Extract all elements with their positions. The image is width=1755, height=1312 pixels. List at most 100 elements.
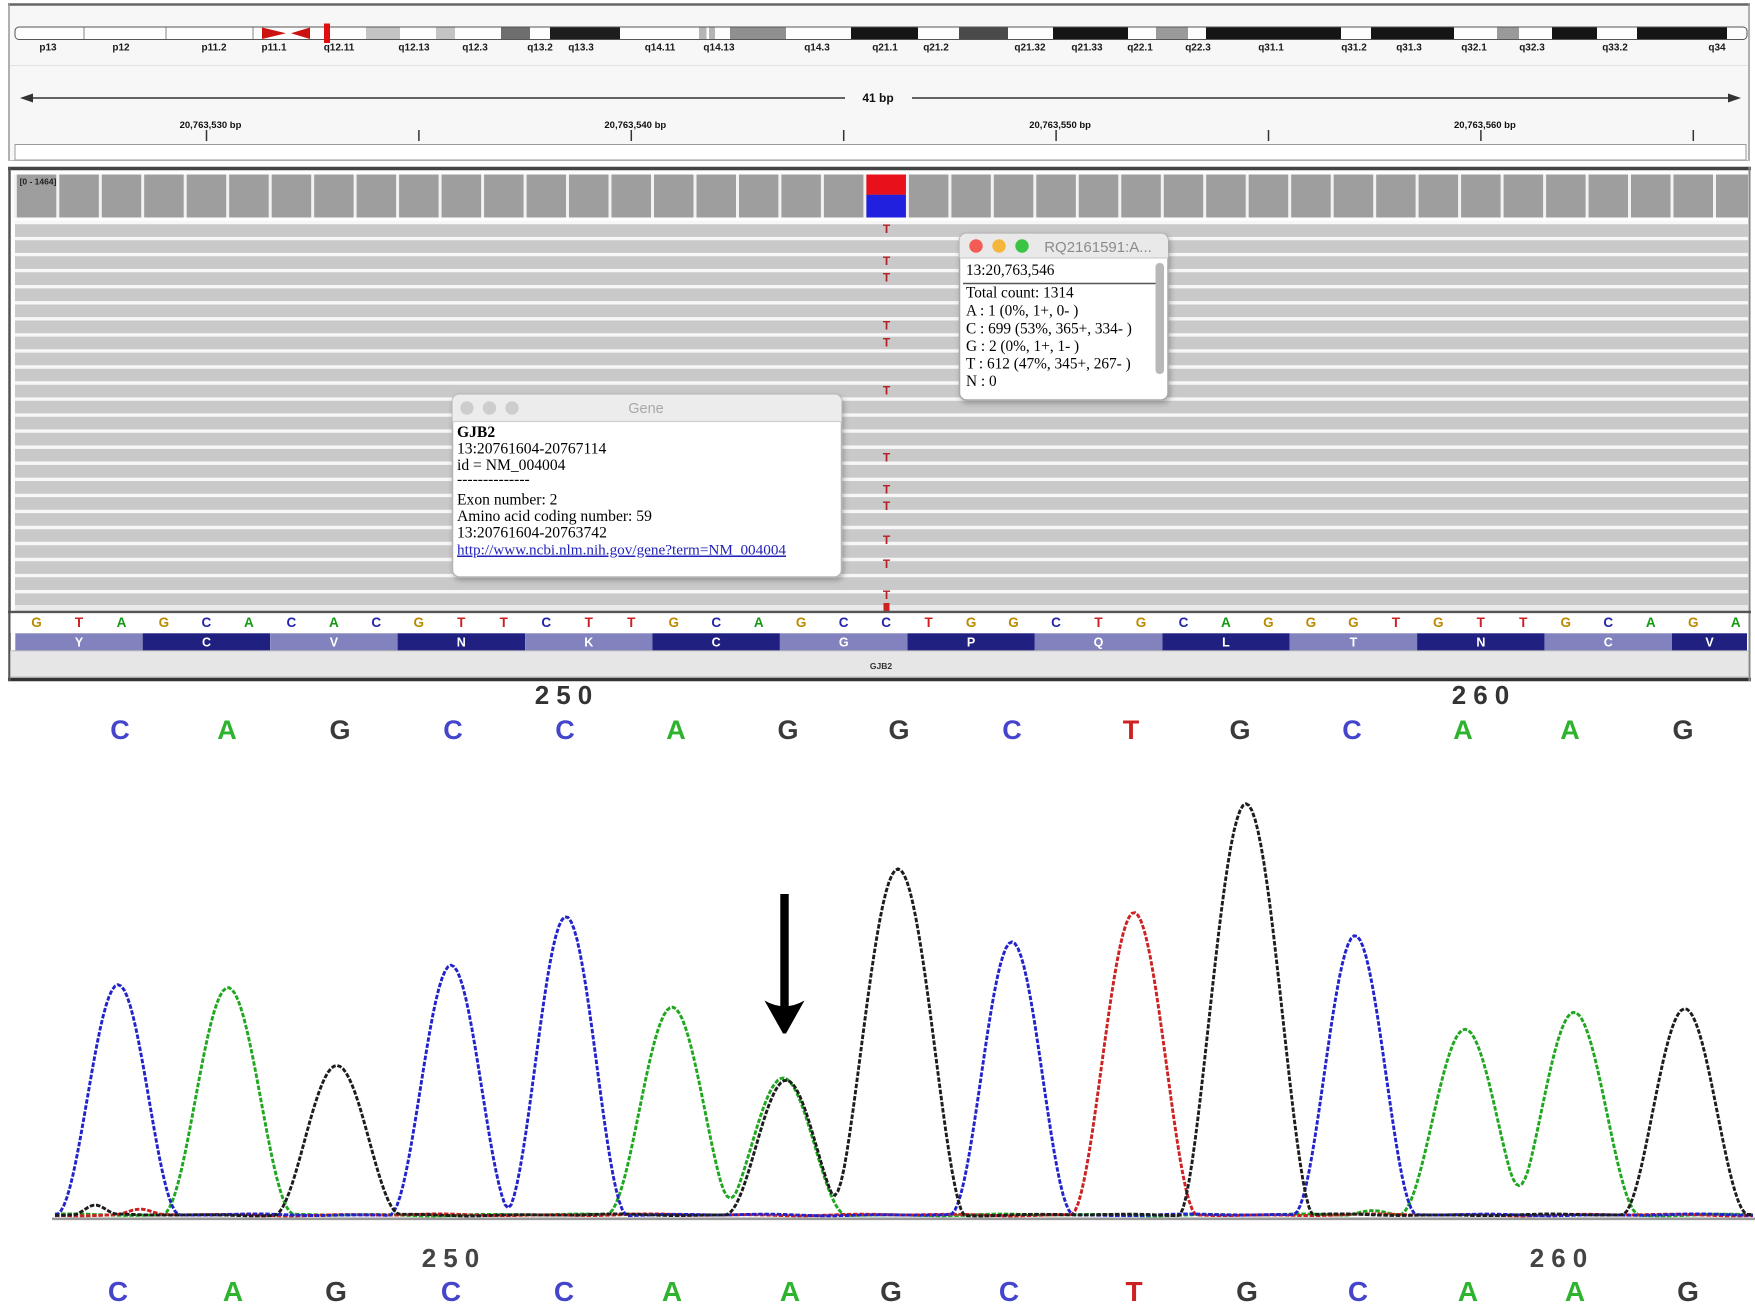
svg-text:A : 1 (0%, 1+, 0- ): A : 1 (0%, 1+, 0- ) [966, 303, 1078, 320]
svg-text:C: C [108, 1276, 128, 1307]
svg-text:q12.3: q12.3 [462, 43, 488, 54]
svg-text:G: G [880, 1276, 902, 1307]
svg-text:G: G [1229, 715, 1250, 745]
svg-text:C: C [711, 615, 721, 630]
svg-text:V: V [330, 636, 339, 650]
svg-text:T: T [1125, 1276, 1142, 1307]
svg-text:K: K [584, 636, 593, 650]
svg-text:[0 - 1464]: [0 - 1464] [20, 177, 57, 187]
svg-text:T: T [924, 615, 933, 630]
svg-text:q12.13: q12.13 [398, 43, 430, 54]
svg-text:A: A [1560, 715, 1580, 745]
svg-text:A: A [329, 615, 339, 630]
svg-text:T: T [1519, 615, 1528, 630]
svg-text:C: C [287, 615, 297, 630]
svg-text:G: G [1008, 615, 1019, 630]
svg-text:G: G [159, 615, 170, 630]
svg-text:T: T [500, 615, 509, 630]
svg-text:C: C [999, 1276, 1019, 1307]
svg-text:250: 250 [535, 680, 599, 710]
svg-text:q13.3: q13.3 [568, 43, 594, 54]
svg-text:C: C [1603, 615, 1613, 630]
svg-text:C: C [1348, 1276, 1368, 1307]
svg-text:G: G [1348, 615, 1359, 630]
svg-text:q14.11: q14.11 [645, 43, 676, 54]
svg-text:C : 699 (53%, 365+, 334- ): C : 699 (53%, 365+, 334- ) [966, 321, 1132, 338]
svg-text:q34: q34 [1708, 43, 1726, 54]
svg-text:N : 0: N : 0 [966, 373, 997, 390]
svg-text:Exon number: 2: Exon number: 2 [457, 492, 557, 509]
svg-text:A: A [1731, 615, 1741, 630]
svg-text:C: C [1604, 636, 1613, 650]
svg-text:q22.3: q22.3 [1185, 43, 1211, 54]
svg-text:V: V [1705, 636, 1714, 650]
svg-text:G: G [414, 615, 425, 630]
svg-text:q22.1: q22.1 [1127, 43, 1153, 54]
svg-text:Gene: Gene [628, 401, 663, 417]
svg-text:G: G [1672, 715, 1693, 745]
svg-text:p11.2: p11.2 [201, 43, 226, 54]
svg-text:A: A [1453, 715, 1473, 745]
svg-text:C: C [555, 715, 575, 745]
svg-text:A: A [1221, 615, 1231, 630]
svg-text:G: G [1688, 615, 1699, 630]
svg-text:C: C [1051, 615, 1061, 630]
svg-text:T: T [883, 384, 891, 398]
svg-text:20,763,530 bp: 20,763,530 bp [180, 120, 242, 131]
svg-text:T: T [883, 533, 891, 547]
svg-text:G: G [839, 636, 849, 650]
svg-text:C: C [1002, 715, 1022, 745]
svg-text:N: N [1476, 636, 1485, 650]
svg-text:q32.3: q32.3 [1519, 43, 1545, 54]
svg-text:41 bp: 41 bp [862, 91, 893, 105]
svg-text:q21.32: q21.32 [1014, 43, 1046, 54]
svg-text:N: N [457, 636, 466, 650]
svg-text:T: T [883, 319, 891, 333]
svg-text:A: A [1565, 1276, 1585, 1307]
svg-text:T: T [1123, 715, 1140, 745]
svg-text:G: G [1236, 1276, 1258, 1307]
svg-text:RQ2161591:A...: RQ2161591:A... [1044, 239, 1152, 256]
svg-text:G: G [1306, 615, 1317, 630]
svg-text:q14.13: q14.13 [703, 43, 735, 54]
svg-text:13:20761604-20767114: 13:20761604-20767114 [457, 441, 606, 458]
svg-text:260: 260 [1452, 680, 1516, 710]
svg-text:G: G [1263, 615, 1274, 630]
svg-text:T: T [585, 615, 594, 630]
svg-text:G: G [966, 615, 977, 630]
svg-text:T: T [1392, 615, 1401, 630]
svg-text:T: T [883, 451, 891, 465]
svg-text:T: T [883, 222, 891, 236]
svg-text:q14.3: q14.3 [804, 43, 830, 54]
svg-text:T: T [627, 615, 636, 630]
svg-text:G : 2 (0%, 1+, 1- ): G : 2 (0%, 1+, 1- ) [966, 338, 1079, 355]
svg-text:T: T [1477, 615, 1486, 630]
svg-text:C: C [202, 636, 211, 650]
svg-text:A: A [223, 1276, 243, 1307]
svg-text:A: A [1646, 615, 1656, 630]
svg-text:C: C [1342, 715, 1362, 745]
svg-text:p12: p12 [112, 43, 130, 54]
svg-text:P: P [967, 636, 975, 650]
svg-text:G: G [329, 715, 350, 745]
svg-text:G: G [668, 615, 679, 630]
svg-text:C: C [1179, 615, 1189, 630]
svg-text:C: C [371, 615, 381, 630]
svg-text:C: C [441, 1276, 461, 1307]
svg-text:T: T [883, 499, 891, 513]
svg-text:C: C [443, 715, 463, 745]
svg-text:q31.1: q31.1 [1258, 43, 1284, 54]
svg-text:http://www.ncbi.nlm.nih.gov/ge: http://www.ncbi.nlm.nih.gov/gene?term=NM… [457, 542, 786, 559]
svg-text:C: C [712, 636, 721, 650]
svg-text:G: G [1561, 615, 1572, 630]
svg-text:q12.11: q12.11 [324, 43, 355, 54]
svg-text:T: T [883, 336, 891, 350]
svg-text:G: G [1677, 1276, 1699, 1307]
svg-text:G: G [31, 615, 42, 630]
svg-text:Amino acid coding number: 59: Amino acid coding number: 59 [457, 508, 652, 525]
svg-text:p13: p13 [39, 43, 57, 54]
svg-text:GJB2: GJB2 [870, 661, 892, 671]
svg-text:260: 260 [1530, 1243, 1594, 1273]
svg-text:q21.1: q21.1 [872, 43, 898, 54]
svg-text:T: T [1094, 615, 1103, 630]
